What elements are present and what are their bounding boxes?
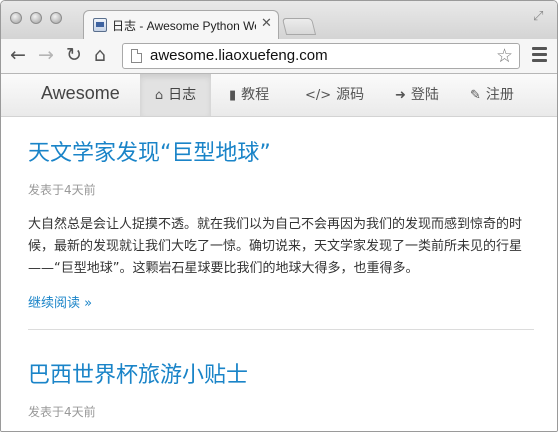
menu-icon[interactable] xyxy=(532,47,547,65)
browser-toolbar: ← → ↻ ⌂ awesome.liaoxuefeng.com ☆ xyxy=(1,39,557,74)
nav-item-source[interactable]: </> 源码 xyxy=(305,74,364,116)
new-tab-button[interactable] xyxy=(281,18,317,35)
url-text[interactable]: awesome.liaoxuefeng.com xyxy=(150,47,328,64)
nav-item-label: 登陆 xyxy=(410,87,439,103)
favicon xyxy=(93,18,107,32)
browser-tab[interactable]: 日志 - Awesome Python Webapp ✕ xyxy=(83,10,279,40)
article-item: 天文学家发现“巨型地球” 发表于4天前 大自然总是会让人捉摸不透。就在我们以为自… xyxy=(28,135,534,311)
article-title[interactable]: 天文学家发现“巨型地球” xyxy=(28,135,534,167)
site-navbar: Awesome ⌂ 日志 ▮ 教程 </> 源码 ➜ 登陆 ✎ 注册 xyxy=(1,74,557,117)
article-item: 巴西世界杯旅游小贴士 发表于4天前 xyxy=(28,357,534,420)
traffic-light-zoom[interactable] xyxy=(50,12,62,24)
fullscreen-icon[interactable]: ⤢ xyxy=(533,9,543,24)
address-bar[interactable]: awesome.liaoxuefeng.com ☆ xyxy=(122,43,520,69)
reload-icon[interactable]: ↻ xyxy=(66,43,82,67)
browser-window: 日志 - Awesome Python Webapp ✕ ⤢ ← → ↻ ⌂ a… xyxy=(0,0,558,432)
nav-item-login[interactable]: ➜ 登陆 xyxy=(395,74,439,116)
nav-item-blog[interactable]: ⌂ 日志 xyxy=(140,74,211,116)
sign-in-icon: ➜ xyxy=(395,88,406,103)
site-brand[interactable]: Awesome xyxy=(41,83,120,104)
page-icon xyxy=(131,49,142,63)
article-title[interactable]: 巴西世界杯旅游小贴士 xyxy=(28,357,534,389)
article-divider xyxy=(28,329,534,330)
edit-icon: ✎ xyxy=(470,88,481,103)
nav-item-register[interactable]: ✎ 注册 xyxy=(470,74,514,116)
forward-arrow-icon[interactable]: → xyxy=(38,43,54,67)
nav-item-label: 教程 xyxy=(241,87,270,103)
nav-item-label: 注册 xyxy=(485,87,514,103)
traffic-light-close[interactable] xyxy=(10,12,22,24)
nav-item-label: 源码 xyxy=(336,87,365,103)
article-summary: 大自然总是会让人捉摸不透。就在我们以为自己不会再因为我们的发现而感到惊奇的时候，… xyxy=(28,217,523,276)
article-meta: 发表于4天前 xyxy=(28,405,96,419)
code-icon: </> xyxy=(305,88,332,103)
close-icon[interactable]: ✕ xyxy=(261,16,272,31)
tab-title: 日志 - Awesome Python Webapp xyxy=(112,19,256,33)
home-icon[interactable]: ⌂ xyxy=(94,43,106,67)
read-more-link[interactable]: 继续阅读 » xyxy=(28,292,534,311)
tab-strip: 日志 - Awesome Python Webapp ✕ ⤢ xyxy=(1,1,557,40)
book-icon: ▮ xyxy=(229,88,237,103)
traffic-light-minimize[interactable] xyxy=(30,12,42,24)
nav-item-label: 日志 xyxy=(168,87,197,103)
nav-item-tutorial[interactable]: ▮ 教程 xyxy=(229,74,269,116)
article-meta: 发表于4天前 xyxy=(28,183,96,197)
bookmark-star-icon[interactable]: ☆ xyxy=(496,45,513,67)
home-icon: ⌂ xyxy=(154,88,164,103)
main-content: 天文学家发现“巨型地球” 发表于4天前 大自然总是会让人捉摸不透。就在我们以为自… xyxy=(1,117,557,431)
back-arrow-icon[interactable]: ← xyxy=(10,43,26,67)
